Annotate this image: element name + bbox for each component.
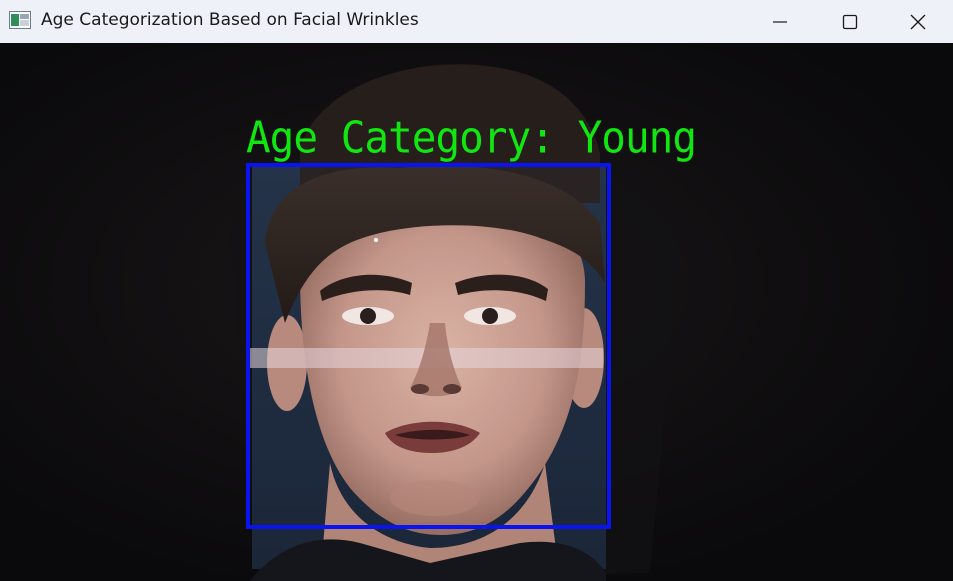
title-bar[interactable]: Age Categorization Based on Facial Wrink… [0, 0, 953, 43]
minimize-button[interactable] [745, 0, 815, 43]
app-window: Age Categorization Based on Facial Wrink… [0, 0, 953, 581]
maximize-button[interactable] [815, 0, 885, 43]
window-title: Age Categorization Based on Facial Wrink… [41, 10, 419, 30]
close-button[interactable] [883, 0, 953, 43]
video-frame: Age Category: Young [0, 43, 953, 581]
close-icon [910, 14, 926, 30]
face-detection-box [246, 163, 611, 529]
maximize-icon [842, 14, 858, 30]
app-window-icon [9, 11, 31, 29]
age-category-label: Age Category: Young [246, 112, 697, 163]
minimize-icon [772, 14, 788, 30]
